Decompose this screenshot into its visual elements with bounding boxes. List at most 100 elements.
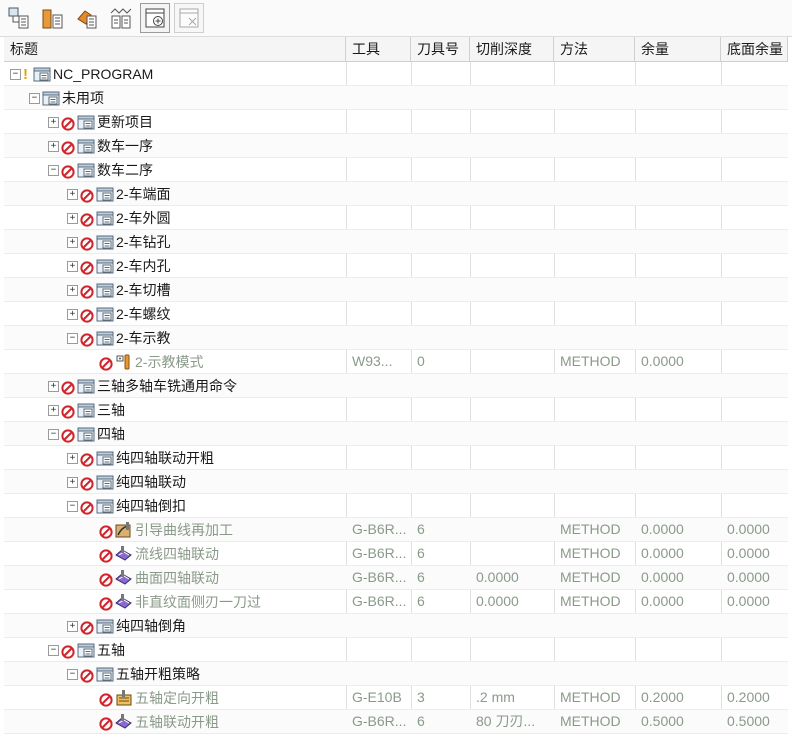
node-label[interactable]: 未用项 [62,87,104,110]
tool-cell [346,62,411,86]
expand-toggle-icon[interactable]: + [67,188,78,200]
node-label[interactable]: 2-车端面 [116,183,170,206]
collapse-toggle-icon[interactable]: − [10,68,21,80]
expand-toggle-icon[interactable]: + [67,452,78,464]
node-label[interactable]: 五轴定向开粗 [135,687,219,710]
node-label[interactable]: 五轴联动开粗 [135,711,219,734]
node-label[interactable]: 2-示教模式 [135,351,203,374]
tree-row[interactable]: − 四轴 [4,422,788,446]
tree-row[interactable]: + 纯四轴联动开粗 [4,446,788,470]
expand-toggle-icon[interactable]: + [48,116,59,128]
tree-row[interactable]: − 纯四轴倒扣 [4,494,788,518]
node-label[interactable]: 2-车螺纹 [116,303,170,326]
node-label[interactable]: 非直纹面侧刃一刀过 [135,591,261,614]
expand-toggle-icon[interactable]: + [67,308,78,320]
node-label[interactable]: 三轴 [97,399,125,422]
machine-tool-view-icon[interactable] [38,3,68,33]
tree-row[interactable]: + 更新项目 [4,110,788,134]
tree-row[interactable]: + 纯四轴联动 [4,470,788,494]
node-label[interactable]: 纯四轴倒扣 [116,495,186,518]
collapse-toggle-icon[interactable]: − [67,668,78,680]
tree-row[interactable]: 曲面四轴联动 G-B6R... 6 0.0000 METHOD 0.0000 0.0000 [4,566,788,590]
expand-toggle-icon[interactable]: + [67,260,78,272]
tree-row[interactable]: +2-车端面 [4,182,788,206]
column-header-tool[interactable]: 工具 [346,37,411,61]
node-label[interactable]: 五轴开粗策略 [116,663,200,686]
column-header-stock[interactable]: 余量 [635,37,721,61]
node-label[interactable]: 三轴多轴车铣通用命令 [97,375,237,398]
column-header-title[interactable]: 标题 [4,37,346,61]
expand-toggle-icon[interactable]: + [67,476,78,488]
program-folder-icon [33,66,51,82]
node-label[interactable]: 纯四轴联动 [116,471,186,494]
tree-row[interactable]: 引导曲线再加工 G-B6R... 6 METHOD 0.0000 0.0000 [4,518,788,542]
tree-row[interactable]: +2-车外圆 [4,206,788,230]
expand-toggle-icon[interactable]: + [67,236,78,248]
not-generated-status-icon [61,379,75,395]
tool-number-cell [411,302,470,326]
tree-row[interactable]: − 2-车示教 [4,326,788,350]
tool-cell: G-B6R... [352,521,407,537]
tree-row[interactable]: + 三轴多轴车铣通用命令 [4,374,788,398]
node-label[interactable]: 纯四轴联动开粗 [116,447,214,470]
tree-row[interactable]: + 数车一序 [4,134,788,158]
create-program-icon[interactable] [140,3,170,33]
program-order-view-icon[interactable] [4,3,34,33]
tree-row[interactable]: 五轴定向开粗 G-E10B 3 .2 mm METHOD 0.2000 0.2000 [4,686,788,710]
node-label[interactable]: 引导曲线再加工 [135,519,233,542]
node-label[interactable]: 四轴 [97,423,125,446]
method-cell [554,326,635,350]
node-label[interactable]: NC_PROGRAM [53,63,153,86]
expand-toggle-icon[interactable]: + [67,212,78,224]
program-folder-icon [96,498,114,514]
node-label[interactable]: 流线四轴联动 [135,543,219,566]
node-label[interactable]: 2-车示教 [116,327,170,350]
delete-program-icon[interactable] [174,3,204,33]
node-label[interactable]: 更新项目 [97,111,153,134]
tree-row[interactable]: 2-示教模式 W93... 0 METHOD 0.0000 [4,350,788,374]
node-label[interactable]: 2-车切槽 [116,279,170,302]
node-label[interactable]: 数车一序 [97,135,153,158]
node-label[interactable]: 数车二序 [97,159,153,182]
column-header-method[interactable]: 方法 [554,37,635,61]
geometry-view-icon[interactable] [72,3,102,33]
node-label[interactable]: 2-车外圆 [116,207,170,230]
tree-row[interactable]: − 数车二序 [4,158,788,182]
tree-row[interactable]: − 五轴 [4,638,788,662]
node-label[interactable]: 纯四轴倒角 [116,615,186,638]
tree-row[interactable]: −! NC_PROGRAM [4,62,788,86]
expand-toggle-icon[interactable]: + [48,404,59,416]
tree-row[interactable]: 流线四轴联动 G-B6R... 6 METHOD 0.0000 0.0000 [4,542,788,566]
collapse-toggle-icon[interactable]: − [48,428,59,440]
tree-row[interactable]: + 三轴 [4,398,788,422]
collapse-toggle-icon[interactable]: − [29,92,40,104]
machining-method-view-icon[interactable] [106,3,136,33]
method-cell [554,374,635,398]
collapse-toggle-icon[interactable]: − [48,164,59,176]
expand-toggle-icon[interactable]: + [48,380,59,392]
column-header-floor-stock[interactable]: 底面余量 [721,37,788,61]
tree-row[interactable]: 五轴联动开粗 G-B6R... 6 80 刀刃... METHOD 0.5000 0.500… [4,710,788,734]
expand-toggle-icon[interactable]: + [67,620,78,632]
tree-row[interactable]: 非直纹面侧刃一刀过 G-B6R... 6 0.0000 METHOD 0.0000 0.00… [4,590,788,614]
column-header-tool-number[interactable]: 刀具号 [411,37,470,61]
expand-toggle-icon[interactable]: + [67,284,78,296]
expand-toggle-icon[interactable]: + [48,140,59,152]
node-label[interactable]: 五轴 [97,639,125,662]
tree-row[interactable]: + 纯四轴倒角 [4,614,788,638]
tree-row[interactable]: +2-车螺纹 [4,302,788,326]
tree-row[interactable]: +2-车内孔 [4,254,788,278]
node-label[interactable]: 2-车钻孔 [116,231,170,254]
tree-row[interactable]: +2-车钻孔 [4,230,788,254]
column-header-cut-depth[interactable]: 切削深度 [470,37,554,61]
collapse-toggle-icon[interactable]: − [48,644,59,656]
method-cell: METHOD [560,593,621,609]
collapse-toggle-icon[interactable]: − [67,500,78,512]
tree-row[interactable]: − 五轴开粗策略 [4,662,788,686]
op-flow-icon [115,546,133,562]
collapse-toggle-icon[interactable]: − [67,332,78,344]
node-label[interactable]: 2-车内孔 [116,255,170,278]
tree-row[interactable]: − 未用项 [4,86,788,110]
node-label[interactable]: 曲面四轴联动 [135,567,219,590]
tree-row[interactable]: +2-车切槽 [4,278,788,302]
